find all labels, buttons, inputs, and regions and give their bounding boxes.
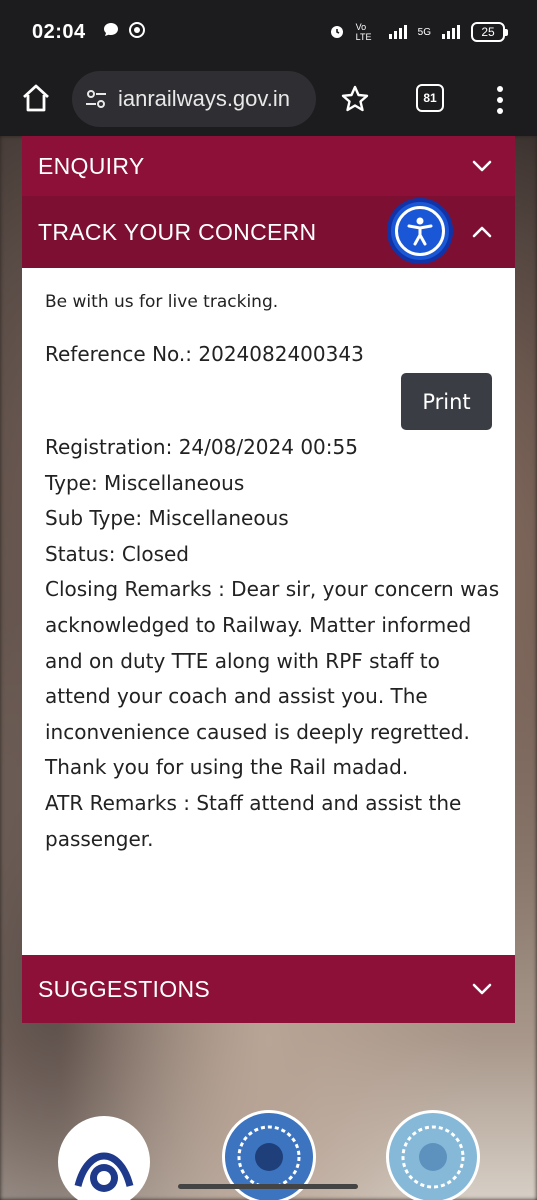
sub-type-text: Sub Type: Miscellaneous: [45, 506, 289, 531]
accessibility-button[interactable]: [387, 198, 453, 264]
chat-icon: [102, 21, 120, 44]
address-bar[interactable]: ianrailways.gov.in: [72, 71, 316, 127]
url-text[interactable]: ianrailways.gov.in: [118, 86, 290, 112]
tabs-icon[interactable]: 81: [416, 84, 444, 112]
volte-label: Vo LTE: [355, 22, 372, 42]
signal-icon: [388, 23, 408, 42]
accordion-suggestions[interactable]: SUGGESTIONS: [22, 955, 515, 1023]
chevron-down-icon[interactable]: [471, 155, 493, 177]
atr-remarks-text: ATR Remarks : Staff attend and assist th…: [45, 790, 462, 851]
battery-icon: 25: [471, 22, 508, 42]
track-label: TRACK YOUR CONCERN: [38, 218, 317, 245]
accordion-enquiry[interactable]: ENQUIRY: [22, 136, 515, 196]
type-text: Type: Miscellaneous: [45, 470, 245, 495]
status-time: 02:04: [32, 20, 86, 43]
status-bar: 02:04 Vo LTE 5G 25: [0, 0, 537, 64]
battery-level: 25: [481, 25, 495, 39]
indian-railways-logo-light[interactable]: [386, 1110, 480, 1200]
print-button[interactable]: Print: [401, 373, 492, 430]
network-label: 5G: [417, 26, 431, 38]
whatsapp-icon: [128, 21, 146, 44]
enquiry-label: ENQUIRY: [38, 152, 145, 179]
suggestions-label: SUGGESTIONS: [38, 975, 210, 1002]
more-vert-icon[interactable]: [490, 84, 510, 116]
alarm-icon: [328, 22, 346, 43]
status-text: Status: Closed: [45, 541, 190, 566]
reference-number: Reference No.: 2024082400343: [45, 342, 364, 366]
irctc-logo[interactable]: [58, 1116, 150, 1200]
star-icon[interactable]: [340, 84, 370, 114]
concern-details: Registration: 24/08/2024 00:55 Type: Mis…: [45, 430, 505, 857]
site-settings-icon[interactable]: [84, 87, 108, 111]
chevron-up-icon[interactable]: [471, 221, 493, 243]
closing-remarks-text: Closing Remarks : Dear sir, your concern…: [45, 577, 500, 780]
accessibility-icon: [395, 206, 445, 256]
tracking-tagline: Be with us for live tracking.: [45, 292, 279, 312]
status-icons: Vo LTE 5G 25: [328, 22, 508, 43]
registration-text: Registration: 24/08/2024 00:55: [45, 435, 358, 459]
gesture-bar[interactable]: [178, 1184, 358, 1189]
signal-icon-2: [441, 23, 461, 42]
track-concern-panel: Be with us for live tracking. Reference …: [22, 268, 515, 955]
browser-toolbar: ianrailways.gov.in 81: [0, 64, 537, 136]
home-icon[interactable]: [20, 82, 52, 114]
chevron-down-icon[interactable]: [471, 978, 493, 1000]
